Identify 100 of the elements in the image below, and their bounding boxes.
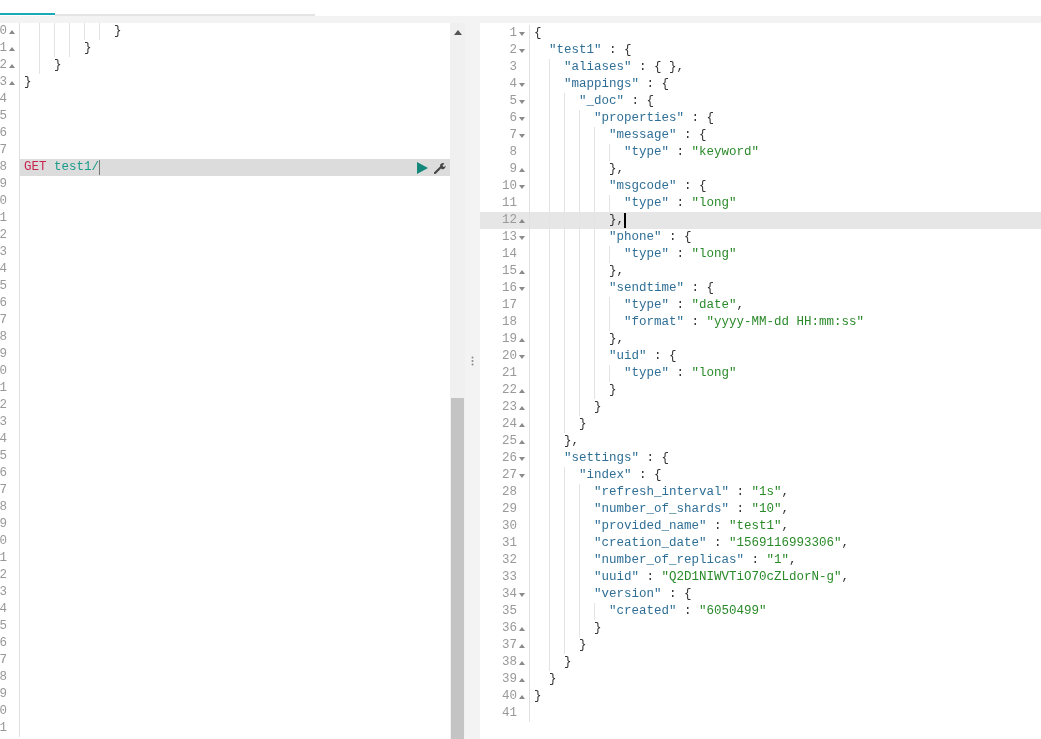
active-tab-indicator <box>0 13 55 15</box>
fold-close-icon[interactable] <box>9 46 15 51</box>
line-number: 15 <box>502 263 517 280</box>
line-number: 2 <box>0 57 7 74</box>
fold-open-icon[interactable] <box>519 82 525 87</box>
line-number: 6 <box>509 110 517 127</box>
run-button[interactable] <box>414 159 430 176</box>
line-number: 9 <box>0 686 7 703</box>
line-number: 26 <box>502 450 517 467</box>
code-line: "version" : { <box>594 586 692 603</box>
fold-open-icon[interactable] <box>519 473 525 478</box>
fold-open-icon[interactable] <box>519 235 525 240</box>
line-number: 8 <box>509 144 517 161</box>
fold-close-icon[interactable] <box>519 337 525 342</box>
fold-close-icon[interactable] <box>519 405 525 410</box>
line-number: 1 <box>0 40 7 57</box>
fold-close-icon[interactable] <box>519 388 525 393</box>
fold-open-icon[interactable] <box>519 592 525 597</box>
fold-open-icon[interactable] <box>519 133 525 138</box>
line-number: 5 <box>0 448 7 465</box>
line-number: 1 <box>509 25 517 42</box>
fold-open-icon[interactable] <box>519 354 525 359</box>
fold-close-icon[interactable] <box>519 694 525 699</box>
line-number: 36 <box>502 620 517 637</box>
fold-close-icon[interactable] <box>519 439 525 444</box>
line-number: 6 <box>0 295 7 312</box>
code-line: "creation_date" : "1569116993306", <box>594 535 850 552</box>
fold-open-icon[interactable] <box>519 31 525 36</box>
line-number: 0 <box>0 703 7 720</box>
line-number: 31 <box>502 535 517 552</box>
fold-open-icon[interactable] <box>519 184 525 189</box>
line-number: 10 <box>502 178 517 195</box>
line-number: 1 <box>0 720 7 737</box>
line-number: 9 <box>0 176 7 193</box>
line-number: 8 <box>0 329 7 346</box>
code-line: "properties" : { <box>594 110 715 127</box>
play-icon <box>416 161 428 174</box>
line-number: 3 <box>509 59 517 76</box>
fold-close-icon[interactable] <box>9 80 15 85</box>
code-line: }, <box>609 263 624 280</box>
code-line: { <box>534 25 542 42</box>
code-line: "uid" : { <box>609 348 677 365</box>
scrollbar-thumb[interactable] <box>451 398 464 739</box>
fold-close-icon[interactable] <box>9 63 15 68</box>
line-number: 2 <box>0 567 7 584</box>
code-line: "number_of_shards" : "10", <box>594 501 790 518</box>
fold-open-icon[interactable] <box>519 456 525 461</box>
code-line: } <box>579 416 587 433</box>
line-number: 3 <box>0 414 7 431</box>
line-number: 37 <box>502 637 517 654</box>
line-number: 13 <box>502 229 517 246</box>
line-number: 4 <box>0 261 7 278</box>
fold-close-icon[interactable] <box>519 422 525 427</box>
line-number: 2 <box>509 42 517 59</box>
fold-close-icon[interactable] <box>9 29 15 34</box>
line-number: 6 <box>0 465 7 482</box>
fold-close-icon[interactable] <box>519 626 525 631</box>
line-number: 18 <box>502 314 517 331</box>
fold-open-icon[interactable] <box>519 99 525 104</box>
scroll-up-icon[interactable] <box>454 30 462 35</box>
fold-close-icon[interactable] <box>519 269 525 274</box>
fold-open-icon[interactable] <box>519 48 525 53</box>
code-line: "msgcode" : { <box>609 178 707 195</box>
line-number: 23 <box>502 399 517 416</box>
fold-close-icon[interactable] <box>519 167 525 172</box>
line-number: 21 <box>502 365 517 382</box>
fold-close-icon[interactable] <box>519 677 525 682</box>
line-number: 8 <box>0 159 7 176</box>
line-number: 34 <box>502 586 517 603</box>
code-line: } <box>564 654 572 671</box>
fold-close-icon[interactable] <box>519 218 525 223</box>
code-line: "number_of_replicas" : "1", <box>594 552 797 569</box>
fold-open-icon[interactable] <box>519 116 525 121</box>
line-number: 40 <box>502 688 517 705</box>
line-number: 28 <box>502 484 517 501</box>
line-number: 9 <box>509 161 517 178</box>
line-number: 5 <box>0 108 7 125</box>
code-line: } <box>594 399 602 416</box>
line-number: 35 <box>502 603 517 620</box>
code-line: }, <box>564 433 579 450</box>
resize-handle-icon[interactable] <box>471 356 474 366</box>
fold-close-icon[interactable] <box>519 660 525 665</box>
code-line: GET test1/ <box>24 159 100 176</box>
fold-close-icon[interactable] <box>519 643 525 648</box>
fold-open-icon[interactable] <box>519 286 525 291</box>
line-number: 30 <box>502 518 517 535</box>
line-number: 11 <box>502 195 517 212</box>
line-number: 3 <box>0 74 7 91</box>
line-number: 9 <box>0 346 7 363</box>
line-number: 12 <box>502 212 517 229</box>
code-line: "message" : { <box>609 127 707 144</box>
line-number: 8 <box>0 669 7 686</box>
code-line: }, <box>609 331 624 348</box>
line-number: 5 <box>0 618 7 635</box>
code-line: "_doc" : { <box>579 93 655 110</box>
code-line: } <box>609 382 617 399</box>
code-line: "provided_name" : "test1", <box>594 518 790 535</box>
line-number: 1 <box>0 210 7 227</box>
line-number: 4 <box>0 601 7 618</box>
code-line: "refresh_interval" : "1s", <box>594 484 790 501</box>
